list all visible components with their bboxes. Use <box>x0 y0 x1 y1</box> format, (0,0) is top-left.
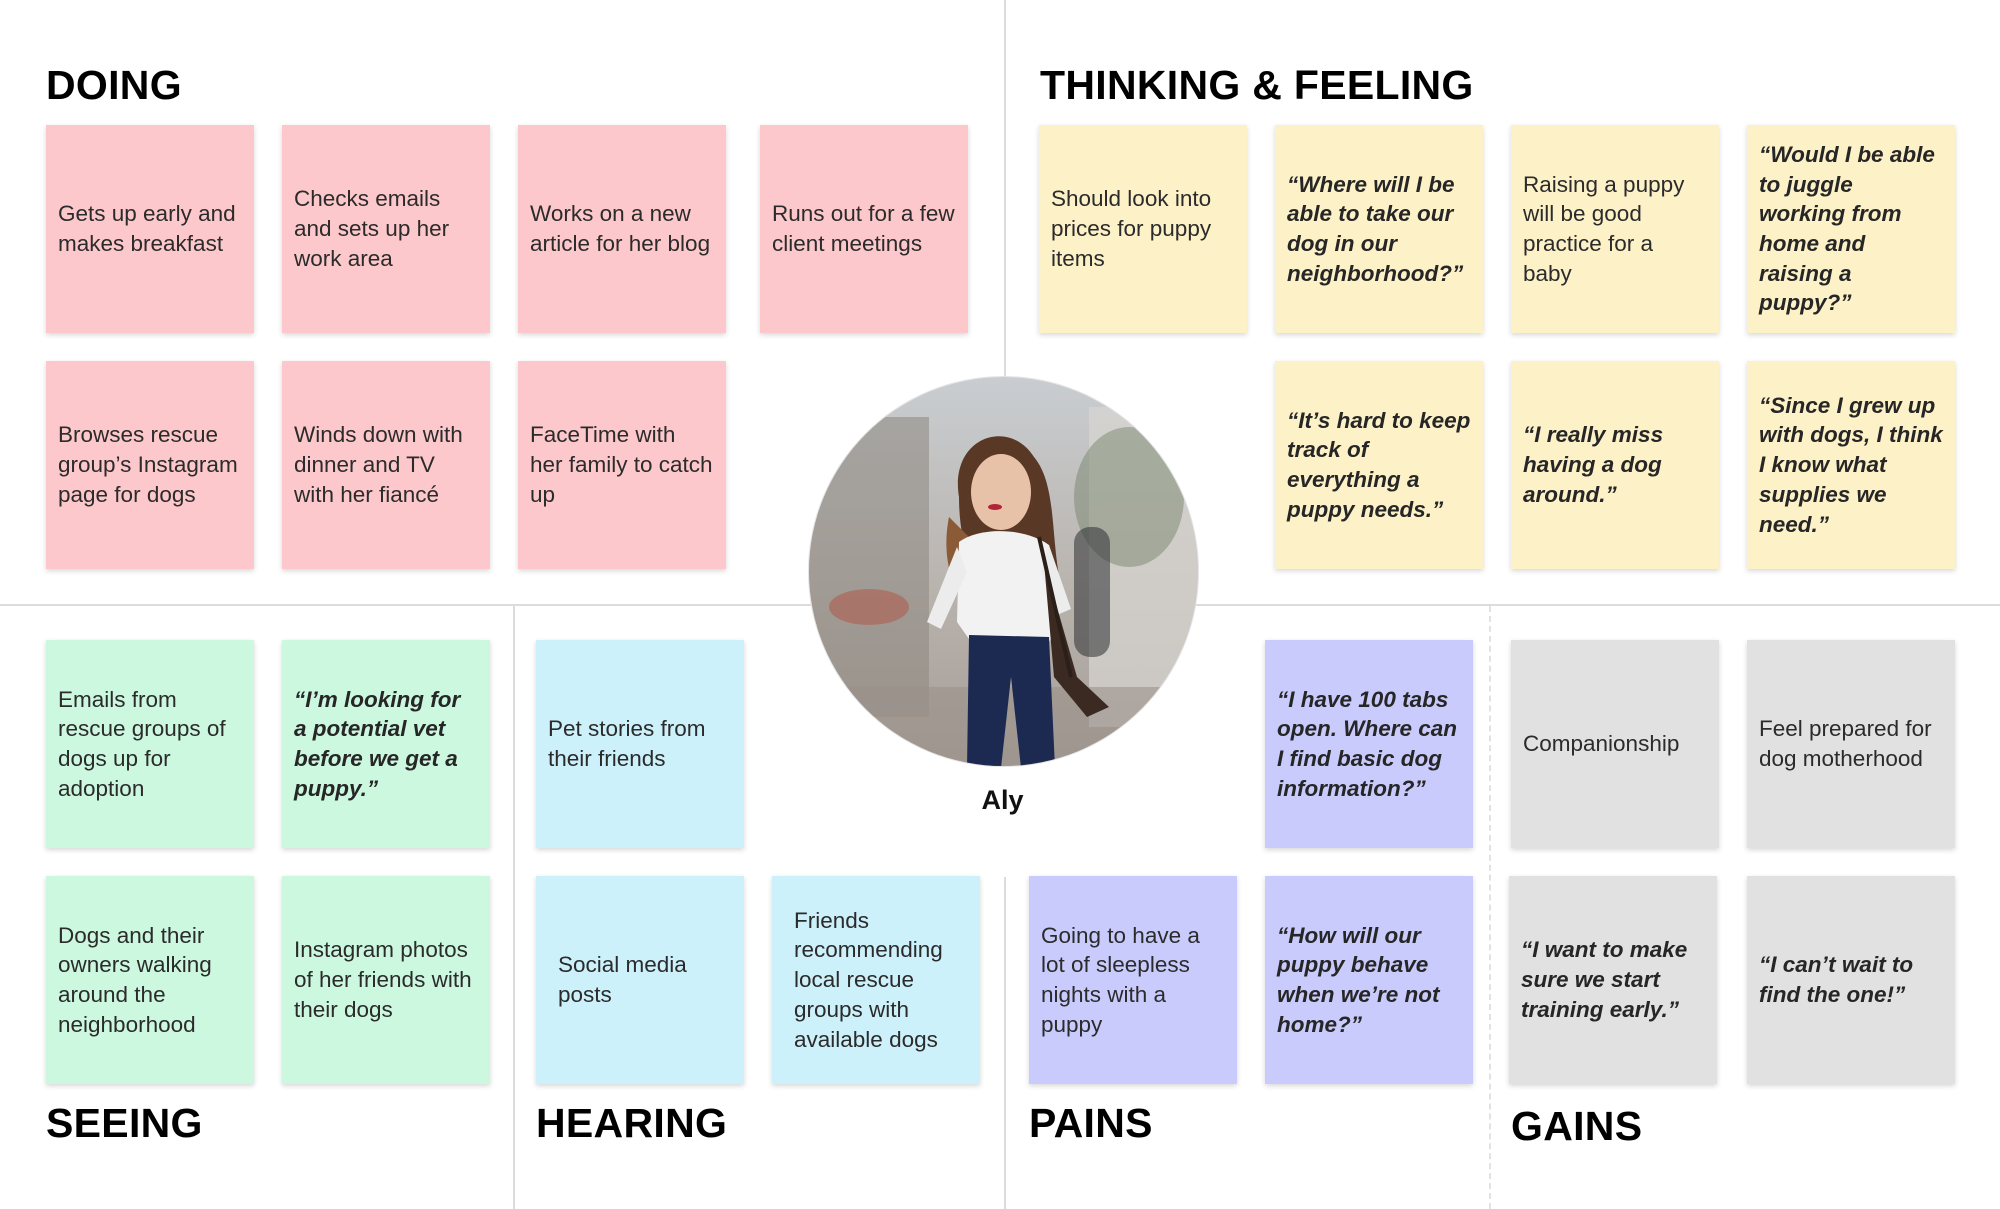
pains-heading: PAINS <box>1029 1100 1153 1146</box>
thinking-note[interactable]: “Would I be able to juggle working from … <box>1747 125 1955 333</box>
thinking-note[interactable]: “I really miss having a dog around.” <box>1511 361 1719 569</box>
doing-heading: DOING <box>46 62 182 108</box>
gains-note[interactable]: “I can’t wait to find the one!” <box>1747 876 1955 1084</box>
thinking-note[interactable]: “It’s hard to keep track of everything a… <box>1275 361 1483 569</box>
pains-note[interactable]: Going to have a lot of sleepless nights … <box>1029 876 1237 1084</box>
pains-note[interactable]: “I have 100 tabs open. Where can I find … <box>1265 640 1473 848</box>
thinking-feeling-heading: THINKING & FEELING <box>1040 62 1474 108</box>
gains-note[interactable]: Companionship <box>1511 640 1719 848</box>
doing-note[interactable]: Checks emails and sets up her work area <box>282 125 490 333</box>
hearing-heading: HEARING <box>536 1100 728 1146</box>
doing-note[interactable]: Runs out for a few client meetings <box>760 125 968 333</box>
hearing-note[interactable]: Social media posts <box>536 876 744 1084</box>
gains-note[interactable]: Feel prepared for dog motherhood <box>1747 640 1955 848</box>
seeing-note[interactable]: “I’m looking for a potential vet before … <box>282 640 490 848</box>
thinking-note[interactable]: “Where will I be able to take our dog in… <box>1275 125 1483 333</box>
thinking-note[interactable]: Raising a puppy will be good practice fo… <box>1511 125 1719 333</box>
pains-gains-divider <box>1489 606 1491 1209</box>
thinking-note[interactable]: Should look into prices for puppy items <box>1039 125 1247 333</box>
seeing-note[interactable]: Instagram photos of her friends with the… <box>282 876 490 1084</box>
pains-note[interactable]: “How will our puppy behave when we’re no… <box>1265 876 1473 1084</box>
persona-name: Aly <box>981 785 1024 815</box>
vertical-divider-bottom <box>1004 877 1006 1209</box>
persona-photo <box>809 377 1198 766</box>
gains-heading: GAINS <box>1511 1103 1643 1149</box>
thinking-note[interactable]: “Since I grew up with dogs, I think I kn… <box>1747 361 1955 569</box>
seeing-note[interactable]: Dogs and their owners walking around the… <box>46 876 254 1084</box>
seeing-note[interactable]: Emails from rescue groups of dogs up for… <box>46 640 254 848</box>
hearing-note[interactable]: Pet stories from their friends <box>536 640 744 848</box>
doing-note[interactable]: FaceTime with her family to catch up <box>518 361 726 569</box>
doing-note[interactable]: Browses rescue group’s Instagram page fo… <box>46 361 254 569</box>
seeing-heading: SEEING <box>46 1100 203 1146</box>
doing-note[interactable]: Works on a new article for her blog <box>518 125 726 333</box>
hearing-note[interactable]: Friends recommending local rescue groups… <box>772 876 980 1084</box>
seeing-hearing-divider <box>513 606 515 1209</box>
doing-note[interactable]: Gets up early and makes breakfast <box>46 125 254 333</box>
gains-note[interactable]: “I want to make sure we start training e… <box>1509 876 1717 1084</box>
vertical-divider-top <box>1004 0 1006 378</box>
persona-avatar <box>808 376 1199 767</box>
doing-note[interactable]: Winds down with dinner and TV with her f… <box>282 361 490 569</box>
